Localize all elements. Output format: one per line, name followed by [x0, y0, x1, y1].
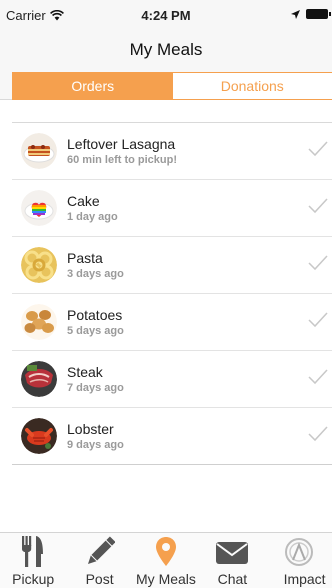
checkmark-icon[interactable]	[308, 369, 328, 385]
orders-donations-segmented-control: Orders Donations	[12, 72, 332, 100]
lasagna-icon	[21, 133, 57, 169]
cake-icon	[21, 190, 57, 226]
meal-row-leftover-lasagna[interactable]: Leftover Lasagna 60 min left to pickup!	[12, 123, 332, 180]
meal-title: Leftover Lasagna	[67, 136, 176, 152]
segment-donations[interactable]: Donations	[172, 73, 332, 99]
meal-subtitle: 5 days ago	[67, 325, 124, 337]
checkmark-icon[interactable]	[308, 312, 328, 328]
location-arrow-icon	[291, 9, 300, 19]
location-pin-icon	[155, 537, 176, 566]
status-time: 4:24 PM	[141, 8, 191, 23]
meal-row-steak[interactable]: Steak 7 days ago	[12, 351, 332, 408]
meal-subtitle: 9 days ago	[67, 439, 124, 451]
tab-bar: Pickup Post My Meals Chat Impact	[0, 532, 332, 588]
meal-subtitle: 1 day ago	[67, 211, 118, 223]
tab-pickup[interactable]: Pickup	[0, 533, 66, 588]
meal-title: Cake	[67, 193, 100, 209]
potatoes-icon	[21, 304, 57, 340]
meal-row-lobster[interactable]: Lobster 9 days ago	[12, 408, 332, 465]
checkmark-icon[interactable]	[308, 198, 328, 214]
meal-row-cake[interactable]: Cake 1 day ago	[12, 180, 332, 237]
meal-subtitle: 7 days ago	[67, 382, 124, 394]
meal-title: Potatoes	[67, 307, 123, 323]
battery-icon	[306, 9, 331, 19]
status-right	[291, 9, 331, 19]
meals-list: Leftover Lasagna 60 min left to pickup! …	[12, 122, 332, 465]
tab-label: My Meals	[136, 571, 196, 587]
navigation-bar: My Meals Orders Donations	[0, 28, 332, 100]
meal-title: Pasta	[67, 250, 103, 266]
status-bar: Carrier 4:24 PM	[0, 0, 332, 28]
meal-title: Lobster	[67, 421, 114, 437]
lobster-icon	[21, 418, 57, 454]
pasta-icon	[21, 247, 57, 283]
segment-orders[interactable]: Orders	[13, 73, 173, 99]
tab-post[interactable]: Post	[66, 533, 132, 588]
pencil-icon	[87, 536, 115, 565]
tab-label: Post	[85, 571, 114, 587]
page-title: My Meals	[129, 40, 203, 59]
tab-label: Impact	[283, 571, 326, 587]
envelope-icon	[216, 542, 249, 564]
steak-icon	[21, 361, 57, 397]
checkmark-icon[interactable]	[308, 141, 328, 157]
tab-chat[interactable]: Chat	[199, 533, 265, 588]
tab-impact[interactable]: Impact	[266, 533, 332, 588]
checkmark-icon[interactable]	[308, 426, 328, 442]
impact-icon	[284, 538, 313, 566]
meal-row-potatoes[interactable]: Potatoes 5 days ago	[12, 294, 332, 351]
fork-knife-icon	[22, 536, 44, 567]
tab-my-meals[interactable]: My Meals	[133, 533, 199, 588]
tab-label: Pickup	[12, 571, 55, 587]
meal-subtitle: 3 days ago	[67, 268, 124, 280]
checkmark-icon[interactable]	[308, 255, 328, 271]
meal-title: Steak	[67, 364, 103, 380]
meal-subtitle: 60 min left to pickup!	[67, 154, 178, 166]
meal-row-pasta[interactable]: Pasta 3 days ago	[12, 237, 332, 294]
tab-label: Chat	[217, 571, 248, 587]
